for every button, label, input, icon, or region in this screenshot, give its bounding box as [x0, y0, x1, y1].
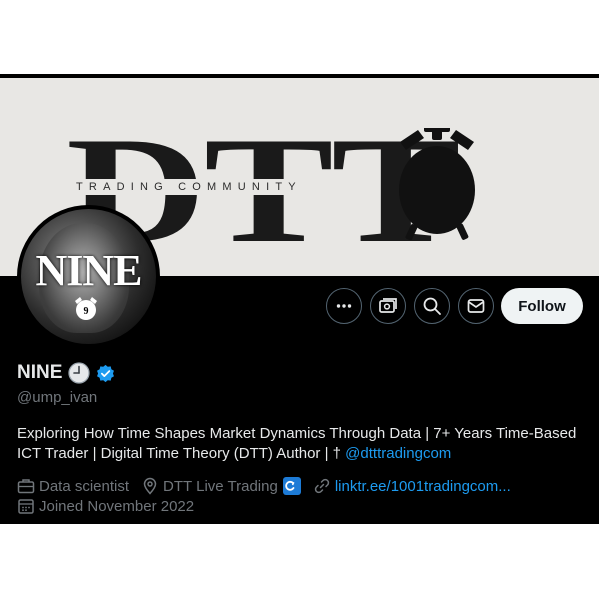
bio-text: Exploring How Time Shapes Market Dynamic… [17, 425, 577, 462]
location-pin-icon [143, 477, 157, 495]
alarm-clock-icon [399, 128, 475, 240]
link-icon [314, 478, 329, 494]
subscribe-button[interactable] [370, 288, 406, 324]
display-name: NINE [17, 362, 63, 383]
profile-bio: Exploring How Time Shapes Market Dynamic… [17, 424, 577, 464]
website-link[interactable]: linktr.ee/1001tradingcom... [335, 478, 511, 495]
more-horizontal-icon [336, 304, 352, 308]
profile-header: DTT TRADING COMMUNITY NINE 9 Follow NINE… [0, 74, 599, 524]
calendar-icon [18, 499, 34, 514]
swirl-emoji-icon [282, 477, 301, 495]
location-item: DTT Live Trading [141, 477, 301, 495]
profile-avatar[interactable]: NINE 9 [17, 205, 160, 348]
location-label: DTT Live Trading [163, 477, 278, 495]
joined-row: Joined November 2022 [17, 496, 194, 516]
search-icon [423, 297, 441, 315]
money-icon [379, 298, 397, 313]
profile-actions: Follow [0, 288, 599, 324]
joined-label: Joined November 2022 [39, 497, 195, 515]
clock-emoji-icon [68, 362, 91, 384]
profession-item: Data scientist [17, 477, 129, 495]
profession-label: Data scientist [39, 477, 130, 495]
profile-meta-row: Data scientist DTT Live Trading linktr.e… [17, 476, 523, 496]
briefcase-icon [17, 479, 35, 494]
banner-logo-subtitle: TRADING COMMUNITY [76, 181, 302, 193]
search-profile-button[interactable] [414, 288, 450, 324]
message-button[interactable] [458, 288, 494, 324]
display-name-row: NINE [17, 362, 115, 384]
more-button[interactable] [326, 288, 362, 324]
follow-button[interactable]: Follow [501, 288, 583, 324]
mail-icon [467, 299, 485, 313]
bio-mention-link[interactable]: @dtttradingcom [345, 445, 451, 462]
website-item: linktr.ee/1001tradingcom... [313, 477, 511, 495]
verified-badge-icon[interactable] [96, 364, 115, 383]
profile-handle: @ump_ivan [17, 389, 98, 406]
